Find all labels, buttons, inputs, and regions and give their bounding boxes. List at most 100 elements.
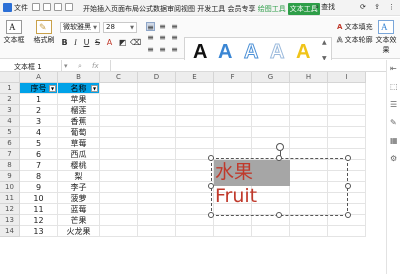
empty-cell[interactable] [328,83,366,94]
empty-cell[interactable] [100,193,138,204]
empty-cell[interactable] [328,116,366,127]
row-header[interactable]: 6 [0,138,20,149]
textbox-button[interactable]: A 文本框 [2,20,26,45]
empty-cell[interactable] [176,116,214,127]
column-header[interactable]: D [138,72,176,83]
gallery-scroll-up-icon[interactable]: ▲ [322,39,327,46]
align-middle-right-icon[interactable]: ≡ [170,33,179,42]
empty-cell[interactable] [138,171,176,182]
empty-cell[interactable] [252,105,290,116]
font-color-icon[interactable]: A [105,38,114,47]
empty-cell[interactable] [214,94,252,105]
table-cell[interactable]: 蓝莓 [58,204,100,215]
tab-developer[interactable]: 开发工具 [197,4,225,14]
formula-input[interactable] [110,60,386,71]
table-cell[interactable]: 草莓 [58,138,100,149]
empty-cell[interactable] [290,138,328,149]
align-bottom-left-icon[interactable]: ≡ [146,45,155,54]
underline-button[interactable]: U [82,38,91,47]
empty-cell[interactable] [214,138,252,149]
empty-cell[interactable] [290,105,328,116]
empty-cell[interactable] [214,215,252,226]
empty-cell[interactable] [328,105,366,116]
empty-cell[interactable] [290,116,328,127]
empty-cell[interactable] [138,204,176,215]
empty-cell[interactable] [138,138,176,149]
tab-data[interactable]: 数据 [153,4,167,14]
zoom-icon[interactable]: ⌕ [78,62,82,71]
empty-cell[interactable] [290,94,328,105]
empty-cell[interactable] [138,193,176,204]
text-outline-button[interactable]: A 文本轮廓 [337,35,373,45]
align-top-right-icon[interactable]: ≡ [170,22,179,31]
clear-format-icon[interactable]: ⌫ [130,38,141,47]
empty-cell[interactable] [290,215,328,226]
table-cell[interactable]: 2 [20,105,58,116]
empty-cell[interactable] [252,94,290,105]
empty-cell[interactable] [138,105,176,116]
table-cell[interactable]: 榴莲 [58,105,100,116]
empty-cell[interactable] [252,138,290,149]
row-header[interactable]: 7 [0,149,20,160]
table-cell[interactable]: 梨 [58,171,100,182]
empty-cell[interactable] [176,127,214,138]
column-header[interactable]: E [176,72,214,83]
row-header[interactable]: 14 [0,226,20,237]
table-header-cell[interactable]: 名称 ▼ [58,83,100,94]
resize-handle-bottom-right[interactable] [345,212,351,218]
empty-cell[interactable] [214,83,252,94]
align-middle-center-icon[interactable]: ≡ [158,33,167,42]
highlight-icon[interactable]: ◩ [118,38,127,47]
table-cell[interactable]: 李子 [58,182,100,193]
sync-icon[interactable]: ⟳ [360,3,366,11]
row-header[interactable]: 9 [0,171,20,182]
column-header[interactable]: I [328,72,366,83]
column-header[interactable]: A [20,72,58,83]
empty-cell[interactable] [100,182,138,193]
empty-cell[interactable] [176,83,214,94]
tab-formulas[interactable]: 公式 [139,4,153,14]
table-cell[interactable]: 葡萄 [58,127,100,138]
font-size-select[interactable]: 28 ▼ [103,22,137,33]
empty-cell[interactable] [100,160,138,171]
table-cell[interactable]: 10 [20,193,58,204]
resize-handle-bottom[interactable] [276,212,282,218]
empty-cell[interactable] [100,215,138,226]
table-cell[interactable]: 西瓜 [58,149,100,160]
empty-cell[interactable] [100,94,138,105]
table-cell[interactable]: 7 [20,160,58,171]
column-header[interactable]: B [58,72,100,83]
table-cell[interactable]: 1 [20,94,58,105]
undo-icon[interactable] [54,3,62,11]
select-icon[interactable]: ⬚ [390,82,398,91]
resize-handle-top-right[interactable] [345,155,351,161]
italic-button[interactable]: I [71,38,80,47]
table-cell[interactable]: 5 [20,138,58,149]
tab-member[interactable]: 会员专享 [227,4,255,14]
empty-cell[interactable] [214,116,252,127]
empty-cell[interactable] [252,83,290,94]
chevron-down-icon[interactable]: ▾ [64,62,68,70]
file-menu[interactable]: 文件 [14,3,28,13]
empty-cell[interactable] [214,127,252,138]
collapse-panel-icon[interactable]: ⇤ [390,64,397,73]
row-header[interactable]: 4 [0,116,20,127]
table-cell[interactable]: 8 [20,171,58,182]
empty-cell[interactable] [328,138,366,149]
empty-cell[interactable] [100,83,138,94]
table-cell[interactable]: 火龙果 [58,226,100,237]
empty-cell[interactable] [176,138,214,149]
resize-handle-right[interactable] [345,183,351,189]
filter-dropdown-icon[interactable]: ▼ [91,85,98,92]
table-cell[interactable]: 4 [20,127,58,138]
fx-icon[interactable]: fx [92,62,99,70]
align-bottom-right-icon[interactable]: ≡ [170,45,179,54]
empty-cell[interactable] [138,182,176,193]
text-effect-button[interactable]: A 文本效果 [373,20,399,55]
table-cell[interactable]: 苹果 [58,94,100,105]
table-header-cell[interactable]: 序号 ▼ [20,83,58,94]
search-box[interactable]: ⌕ 查找 [315,2,355,13]
name-box[interactable]: 文本框 1 [0,60,62,71]
empty-cell[interactable] [328,94,366,105]
empty-cell[interactable] [214,226,252,237]
